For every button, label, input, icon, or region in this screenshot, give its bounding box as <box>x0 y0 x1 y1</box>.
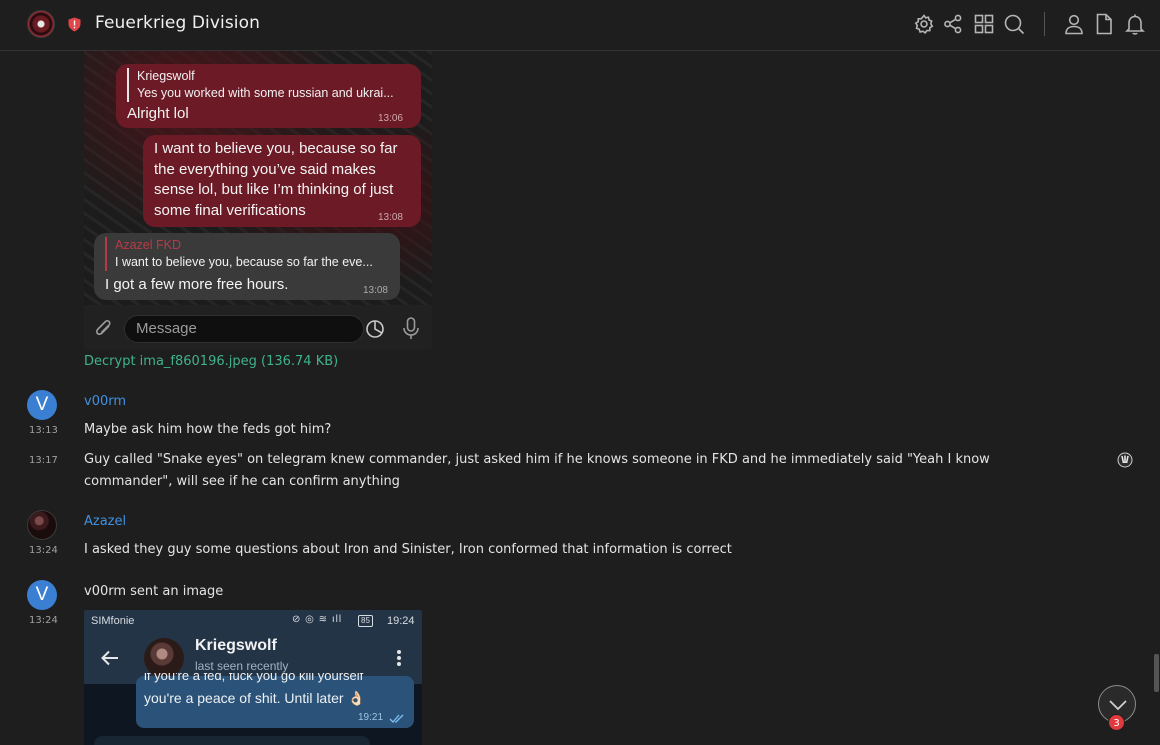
sender-name[interactable]: v00rm <box>84 394 126 409</box>
phone-clock: 19:24 <box>387 615 415 627</box>
unread-count-badge: 3 <box>1108 714 1125 731</box>
bubble-line: the everything you’ve said makes <box>154 160 376 178</box>
message-text: I asked they guy some questions about Ir… <box>84 542 732 557</box>
phone-message-text: you're a peace of shit. Until later 👌🏻 <box>144 690 365 706</box>
reply-text: I want to believe you, because so far th… <box>115 255 373 269</box>
settings-icon[interactable] <box>913 13 935 35</box>
sent-image-preview[interactable]: SIMfonie ⊘ ◎ ≋ ıll 85 19:24 Kriegswolf l… <box>84 610 422 745</box>
reaction-icon[interactable] <box>1117 452 1133 468</box>
reply-quote: Kriegswolf Yes you worked with some russ… <box>127 68 394 102</box>
scrollbar[interactable] <box>1154 654 1159 692</box>
decrypted-image-preview[interactable]: Kriegswolf Yes you worked with some russ… <box>84 51 432 350</box>
group-avatar[interactable] <box>27 10 55 38</box>
image-message-field: Message <box>124 315 364 343</box>
bubble-time: 13:08 <box>362 285 388 296</box>
phone-message-cut-line: if you're a fed, fuck you go kill yourse… <box>144 673 406 686</box>
back-arrow-icon <box>101 650 118 666</box>
shield-alert-icon <box>68 17 81 32</box>
carrier-name: SIMfonie <box>91 615 135 627</box>
more-vertical-icon <box>397 650 401 666</box>
decrypt-image-link[interactable]: Decrypt ima_f860196.jpeg (136.74 KB) <box>84 354 338 369</box>
message-line: Guy called "Snake eyes" on telegram knew… <box>84 452 990 467</box>
sender-name[interactable]: Azazel <box>84 514 126 529</box>
double-check-icon <box>389 714 404 723</box>
microphone-icon <box>403 317 419 339</box>
share-icon[interactable] <box>942 13 964 35</box>
image-composer-bar: Message <box>84 305 432 350</box>
bubble-text: I want to believe you, because so far th… <box>154 139 397 221</box>
contact-name: Kriegswolf <box>195 637 277 654</box>
bubble-line: I want to believe you, because so far <box>154 140 398 157</box>
grid-icon[interactable] <box>973 13 995 35</box>
phone-message-cut-text: if you're a fed, fuck you go kill yourse… <box>144 673 364 683</box>
image-bubble-free-hours: Azazel FKD I want to believe you, becaus… <box>94 233 400 300</box>
phone-message-bubble: if you're a fed, fuck you go kill yourse… <box>136 673 414 728</box>
header-divider <box>1044 12 1045 36</box>
chat-header: Feuerkrieg Division <box>0 0 1160 51</box>
bubble-time: 13:06 <box>377 113 403 124</box>
bubble-time: 13:08 <box>377 212 403 223</box>
user-icon[interactable] <box>1063 13 1085 35</box>
message-time: 13:24 <box>29 545 58 556</box>
image-sent-notice: v00rm sent an image <box>84 584 224 599</box>
document-icon[interactable] <box>1093 13 1115 35</box>
sticker-icon <box>366 320 384 338</box>
bubble-text: I got a few more free hours. <box>105 276 289 293</box>
message-line: commander", will see if he can confirm a… <box>84 474 400 489</box>
paperclip-icon <box>96 319 111 335</box>
reply-text: Yes you worked with some russian and ukr… <box>137 86 394 100</box>
bubble-line: some final verifications <box>154 201 306 219</box>
reply-sender: Azazel FKD <box>115 238 181 252</box>
image-bubble-believe: I want to believe you, because so far th… <box>143 135 421 227</box>
reply-quote: Azazel FKD I want to believe you, becaus… <box>105 237 373 271</box>
phone-status-bar: SIMfonie ⊘ ◎ ≋ ıll 85 19:24 <box>84 610 422 632</box>
image-bubble-alright: Kriegswolf Yes you worked with some russ… <box>116 64 421 128</box>
battery-level: 85 <box>358 615 373 627</box>
reply-sender: Kriegswolf <box>137 69 195 83</box>
message-time: 13:17 <box>29 455 58 466</box>
bell-icon[interactable] <box>1124 13 1146 35</box>
message-text: Maybe ask him how the feds got him? <box>84 422 332 437</box>
phone-message-time: 19:21 <box>358 712 384 723</box>
contact-status: last seen recently <box>195 659 289 673</box>
search-icon[interactable] <box>1003 13 1025 35</box>
avatar[interactable]: V <box>27 580 57 610</box>
chevron-down-icon <box>1109 700 1127 711</box>
avatar[interactable]: V <box>27 390 57 420</box>
status-icons: ⊘ ◎ ≋ ıll <box>292 614 343 625</box>
message-list[interactable]: Kriegswolf Yes you worked with some russ… <box>0 51 1160 745</box>
avatar[interactable] <box>27 510 57 540</box>
message-time: 13:24 <box>29 615 58 626</box>
phone-next-bubble <box>94 736 370 745</box>
message-text: Guy called "Snake eyes" on telegram knew… <box>84 449 990 493</box>
bubble-text: Alright lol <box>127 105 189 122</box>
contact-avatar <box>144 638 184 678</box>
message-time: 13:13 <box>29 425 58 436</box>
bubble-line: sense lol, but like I’m thinking of just <box>154 181 394 198</box>
chat-title: Feuerkrieg Division <box>95 13 260 33</box>
